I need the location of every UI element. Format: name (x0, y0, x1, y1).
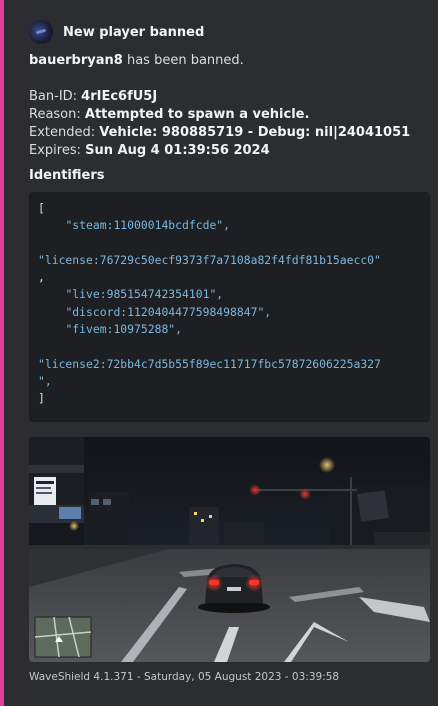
identifier-discord: "discord:1120404477598498847", (65, 304, 272, 319)
embed-image-game-screenshot[interactable] (29, 437, 430, 662)
ban-embed: New player banned bauerbryan8 has been b… (0, 0, 434, 706)
reason-line: Reason: Attempted to spawn a vehicle. (29, 106, 424, 124)
reason-label: Reason: (29, 107, 85, 122)
ban-id-value: 4rIEc6fU5J (81, 89, 158, 104)
identifier-license: "license:76729c50ecf9373f7a7108a82f4fdf8… (38, 252, 381, 267)
ban-id-label: Ban-ID: (29, 89, 82, 104)
author-name: New player banned (63, 24, 205, 40)
identifier-license2: "license2:72bb4c7d5b55f89ec11717fbc57872… (38, 356, 381, 371)
expires-line: Expires: Sun Aug 4 01:39:56 2024 (29, 142, 424, 160)
banned-line: bauerbryan8 has been banned. (29, 52, 424, 70)
code-close-bracket: ] (38, 391, 45, 406)
code-open-bracket: [ (38, 201, 45, 215)
embed-author: New player banned (29, 20, 204, 44)
identifier-steam: "steam:11000014bcdfcde", (65, 218, 231, 233)
reason-value: Attempted to spawn a vehicle. (84, 107, 310, 122)
banned-text: has been banned. (122, 53, 244, 68)
expires-value: Sun Aug 4 01:39:56 2024 (85, 143, 270, 158)
identifier-fivem: "fivem:10975288", (65, 322, 183, 337)
identifier-license2-end: ", (38, 373, 52, 388)
extended-label: Extended: (29, 125, 100, 140)
expires-label: Expires: (29, 143, 86, 158)
embed-footer: WaveShield 4.1.371 - Saturday, 05 August… (29, 671, 340, 683)
identifiers-codeblock[interactable]: [ "steam:11000014bcdfcde", "license:7672… (29, 192, 430, 422)
waveshield-logo-icon (29, 20, 53, 44)
identifier-live: "live:985154742354101", (65, 287, 224, 302)
embed-description: bauerbryan8 has been banned. Ban-ID: 4rI… (29, 52, 424, 160)
extended-line: Extended: Vehicle: 980885719 - Debug: ni… (29, 124, 424, 142)
field-name-identifiers: Identifiers (29, 168, 105, 183)
code-comma: , (38, 270, 45, 285)
extended-value: Vehicle: 980885719 - Debug: nil|24041051 (99, 125, 411, 140)
ban-id-line: Ban-ID: 4rIEc6fU5J (29, 88, 424, 106)
game-screenshot (29, 437, 430, 662)
player-name: bauerbryan8 (29, 53, 123, 68)
